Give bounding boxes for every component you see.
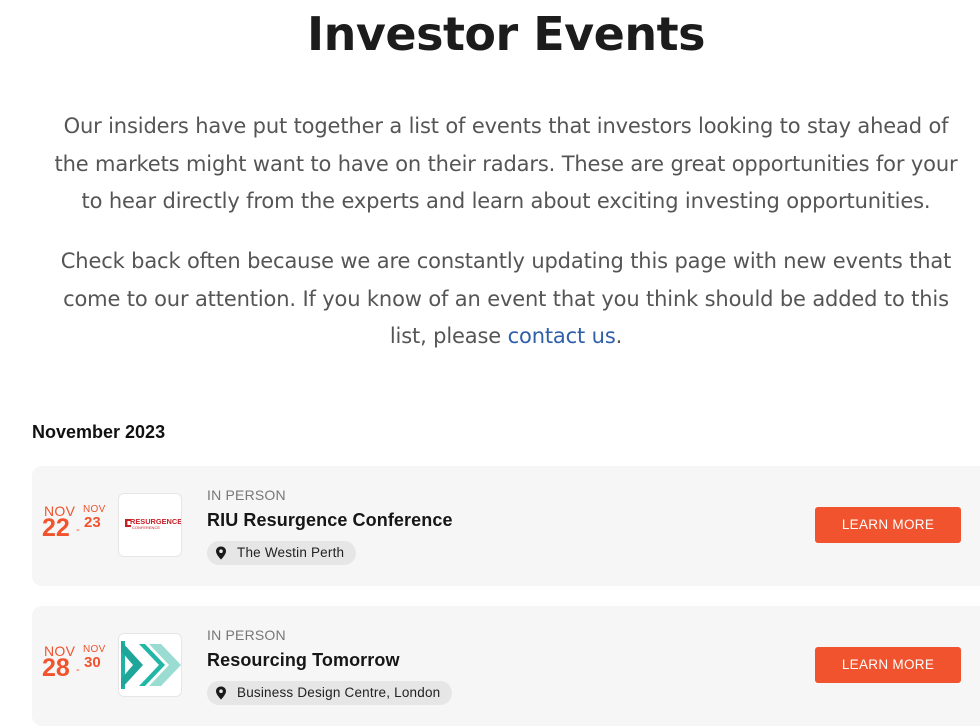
end-day: 30 xyxy=(84,654,101,671)
location-chip: Business Design Centre, London xyxy=(207,681,453,705)
location-chip: The Westin Perth xyxy=(207,541,357,565)
start-day: 22 xyxy=(42,514,70,542)
resurgence-logo-icon: RESURGENCE CONFERENCE xyxy=(125,517,181,530)
event-date-range: NOV 22 - NOV 23 xyxy=(42,500,108,550)
intro-text: Check back often because we are constant… xyxy=(60,249,952,348)
page-title: Investor Events xyxy=(307,7,705,61)
end-day: 23 xyxy=(84,514,101,531)
map-pin-icon xyxy=(216,546,226,560)
start-day: 28 xyxy=(42,654,70,682)
intro-period: . xyxy=(615,324,623,348)
event-type: IN PERSON xyxy=(207,487,286,503)
resourcing-tomorrow-logo[interactable] xyxy=(118,633,182,697)
resurgence-conference-logo[interactable]: RESURGENCE CONFERENCE xyxy=(118,493,182,557)
event-type: IN PERSON xyxy=(207,627,286,643)
map-pin-icon xyxy=(216,686,226,700)
event-title[interactable]: RIU Resurgence Conference xyxy=(207,510,453,531)
event-card: NOV 28 - NOV 30 IN PERSON Resourcing Tom… xyxy=(32,606,980,726)
month-heading: November 2023 xyxy=(32,422,166,442)
location-text: The Westin Perth xyxy=(237,545,345,560)
date-separator: - xyxy=(76,664,80,676)
location-text: Business Design Centre, London xyxy=(237,685,441,700)
intro-paragraph-contact: Check back often because we are constant… xyxy=(48,243,964,356)
learn-more-button[interactable]: LEARN MORE xyxy=(815,647,961,683)
contact-us-link[interactable]: contact us xyxy=(508,324,616,348)
chevron-logo-icon xyxy=(121,641,181,689)
date-separator: - xyxy=(76,524,80,536)
learn-more-button[interactable]: LEARN MORE xyxy=(815,507,961,543)
event-title[interactable]: Resourcing Tomorrow xyxy=(207,650,400,671)
intro-paragraph: Our insiders have put together a list of… xyxy=(54,114,958,213)
logo-text-bottom: CONFERENCE xyxy=(132,525,160,530)
event-date-range: NOV 28 - NOV 30 xyxy=(42,640,108,690)
event-card: NOV 22 - NOV 23 RESURGENCE CONFERENCE IN… xyxy=(32,466,980,586)
